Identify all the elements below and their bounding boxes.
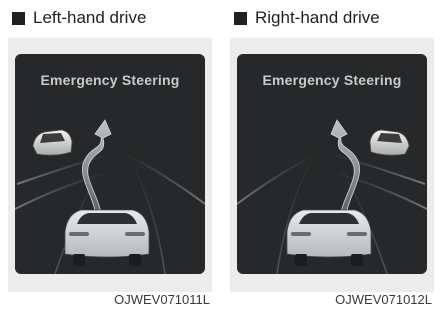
cluster-display: Emergency Steering xyxy=(15,54,205,274)
square-bullet-icon xyxy=(234,11,247,25)
square-bullet-icon xyxy=(12,11,25,25)
obstacle-vehicle-icon xyxy=(32,129,73,156)
steering-path-arrow-icon xyxy=(330,119,360,223)
lane-line xyxy=(124,153,205,205)
cluster-display: Emergency Steering xyxy=(237,54,427,274)
illustration-frame: Emergency Steering xyxy=(8,38,212,292)
image-code: OJWEV071012L xyxy=(335,292,432,307)
panel-heading-text: Left-hand drive xyxy=(33,8,147,27)
driving-scene xyxy=(237,119,427,274)
own-vehicle-icon xyxy=(286,209,372,266)
lane-line xyxy=(16,153,111,185)
driving-scene xyxy=(15,119,205,274)
steering-path-arrow-icon xyxy=(82,119,112,223)
own-vehicle-icon xyxy=(64,209,150,266)
illustration-frame: Emergency Steering xyxy=(230,38,434,292)
lane-line xyxy=(237,153,318,205)
image-code: OJWEV071011L xyxy=(114,292,210,307)
right-hand-drive-panel: Right-hand drive Emergency Steering OJWE… xyxy=(222,0,440,312)
lane-line xyxy=(331,153,426,185)
panel-heading-text: Right-hand drive xyxy=(255,8,380,27)
panel-heading: Left-hand drive xyxy=(12,6,146,30)
left-hand-drive-panel: Left-hand drive Emergency Steering OJWEV… xyxy=(0,0,218,312)
obstacle-vehicle-icon xyxy=(369,129,410,156)
panel-heading: Right-hand drive xyxy=(234,6,380,30)
